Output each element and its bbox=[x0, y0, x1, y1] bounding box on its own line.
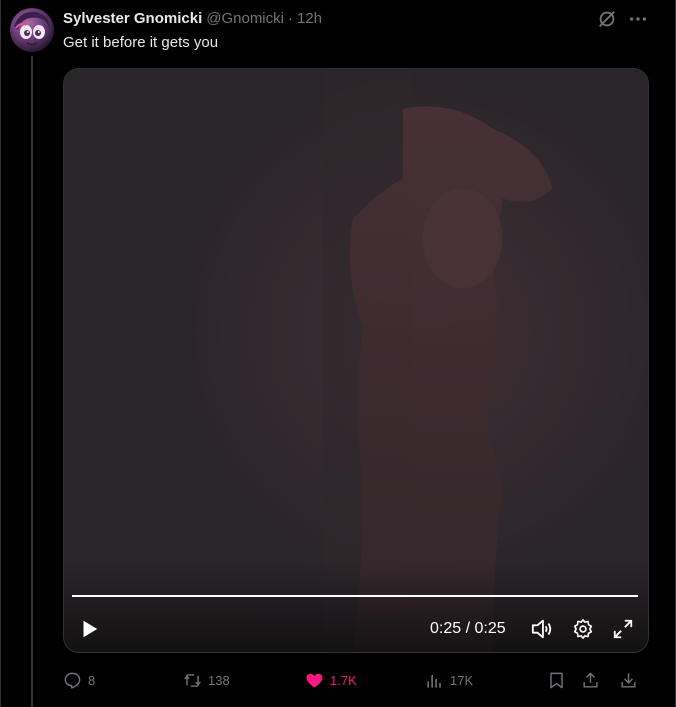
download-button[interactable] bbox=[619, 668, 638, 692]
video-player[interactable]: 0:25 / 0:25 bbox=[63, 68, 649, 653]
video-time: 0:25 / 0:25 bbox=[430, 620, 506, 637]
bar-chart-icon bbox=[427, 674, 441, 688]
gear-icon bbox=[573, 619, 593, 639]
like-button[interactable]: 1.7K bbox=[305, 668, 357, 692]
bookmark-button[interactable] bbox=[547, 668, 566, 692]
heart-icon bbox=[306, 673, 323, 688]
video-progress-fill bbox=[72, 595, 638, 597]
download-icon bbox=[621, 672, 636, 688]
tweet-header: Sylvester Gnomicki @Gnomicki · 12h bbox=[63, 8, 322, 28]
controls-overlay bbox=[64, 562, 648, 652]
play-icon bbox=[83, 620, 98, 638]
timestamp[interactable]: 12h bbox=[297, 10, 322, 27]
reply-button[interactable]: 8 bbox=[63, 668, 95, 692]
tweet-actions: 8 138 1.7K 17K bbox=[63, 668, 643, 692]
speech-bubble-icon bbox=[64, 672, 81, 689]
play-button[interactable] bbox=[78, 618, 100, 640]
share-button[interactable] bbox=[581, 668, 600, 692]
display-name[interactable]: Sylvester Gnomicki bbox=[63, 10, 202, 27]
user-handle[interactable]: @Gnomicki bbox=[206, 10, 284, 27]
avatar[interactable] bbox=[10, 8, 54, 52]
view-count: 17K bbox=[450, 672, 474, 688]
left-border bbox=[0, 0, 1, 707]
volume-button[interactable] bbox=[530, 618, 554, 640]
grok-icon[interactable] bbox=[596, 8, 618, 30]
fullscreen-button[interactable] bbox=[612, 618, 634, 640]
views-button[interactable]: 17K bbox=[425, 668, 473, 692]
repost-count: 138 bbox=[208, 672, 230, 688]
bookmark-icon bbox=[550, 672, 563, 688]
more-icon[interactable] bbox=[627, 8, 649, 30]
tweet-text: Get it before it gets you bbox=[63, 34, 219, 51]
share-upload-icon bbox=[583, 671, 598, 688]
volume-icon bbox=[531, 619, 552, 639]
fullscreen-icon bbox=[613, 619, 633, 639]
repost-button[interactable]: 138 bbox=[183, 668, 230, 692]
reply-count: 8 bbox=[88, 672, 96, 688]
video-progress-bar[interactable] bbox=[72, 595, 638, 597]
repost-arrows-icon bbox=[184, 673, 201, 687]
like-count: 1.7K bbox=[330, 672, 357, 688]
settings-button[interactable] bbox=[572, 618, 594, 640]
avatar-image bbox=[14, 11, 50, 46]
thread-line bbox=[31, 56, 33, 707]
separator-dot: · bbox=[287, 9, 293, 27]
